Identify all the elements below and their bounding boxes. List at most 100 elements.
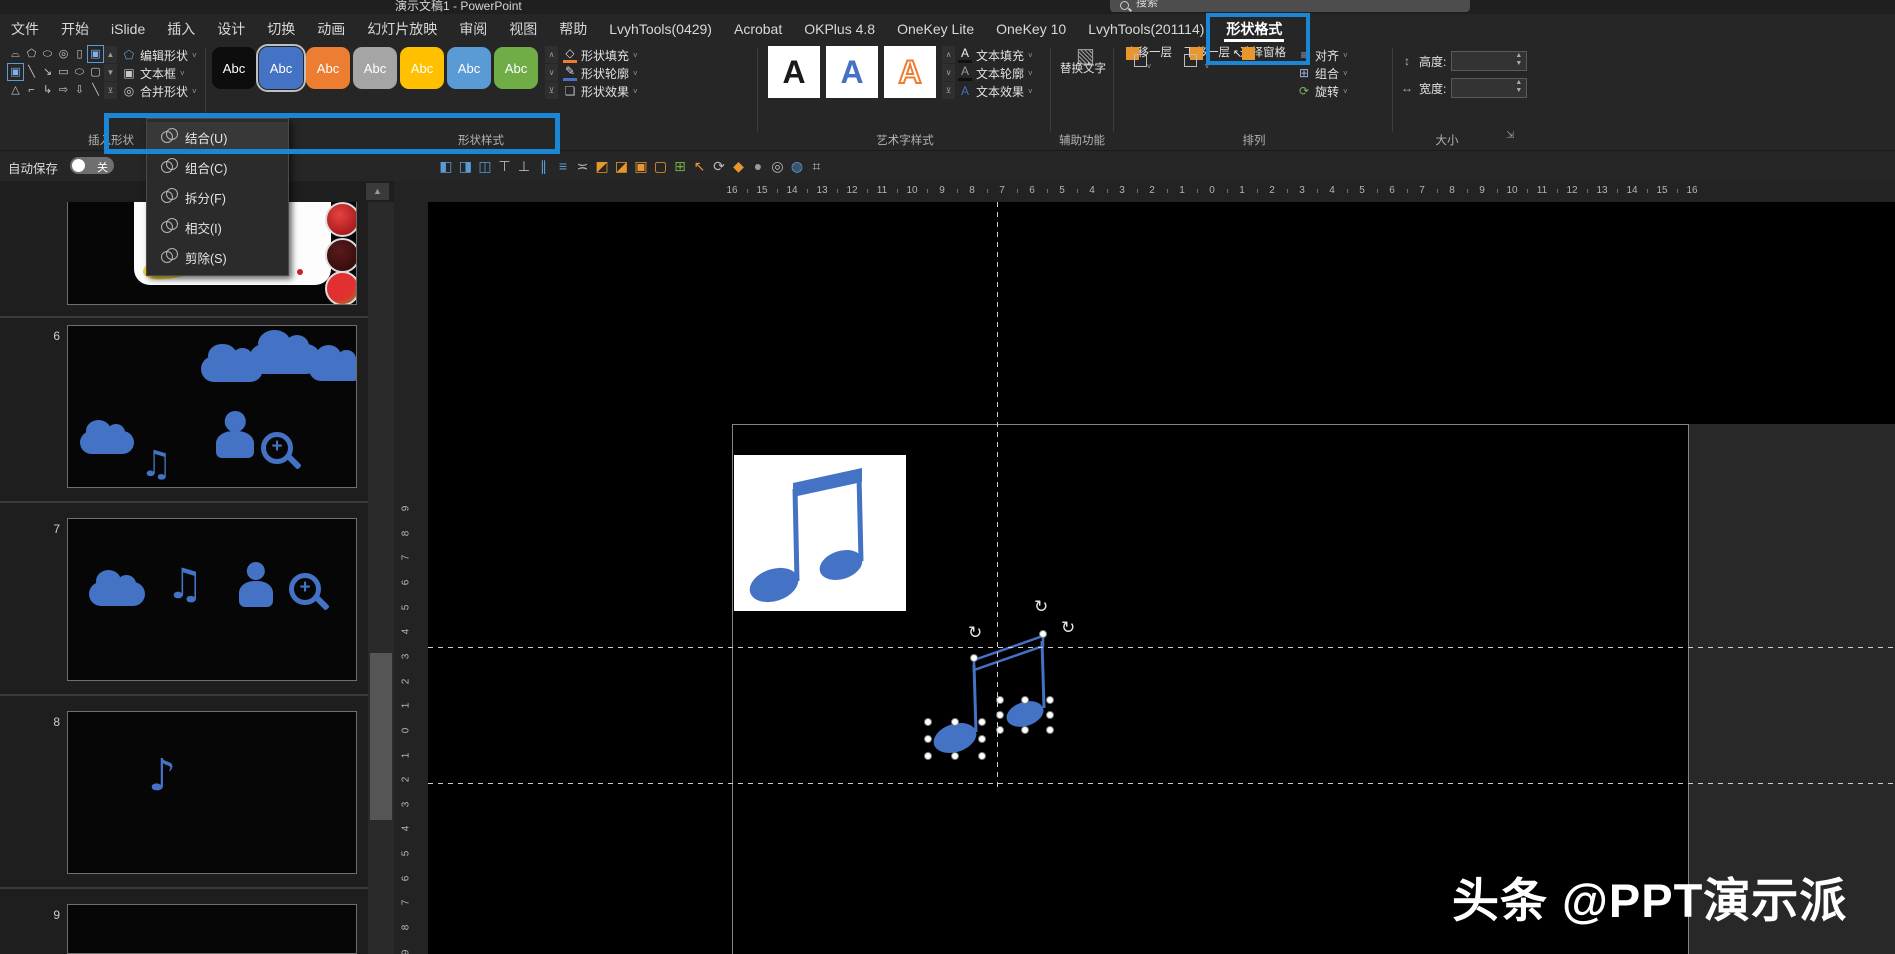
shape-gallery-item[interactable]: ◎ [56, 46, 71, 62]
select-objects-icon[interactable]: ↖ [691, 156, 709, 176]
shape-gallery-item[interactable]: ▢ [88, 64, 103, 80]
shape-gallery-item[interactable]: ⬭ [40, 46, 55, 62]
send-to-back-icon[interactable]: ◪ [613, 156, 631, 176]
slide-thumbnail-9[interactable] [67, 904, 357, 954]
size-dialog-launcher-icon[interactable]: ⇲ [1506, 130, 1514, 141]
horizontal-guide[interactable] [428, 647, 1895, 648]
width-spinner[interactable]: ▲▼ [1512, 79, 1525, 95]
gradient-fill-icon[interactable]: ◆ [730, 156, 748, 176]
height-spinner[interactable]: ▲▼ [1512, 52, 1525, 68]
shape-style-chip[interactable]: Abc [353, 47, 397, 89]
tab-3[interactable]: iSlide [100, 14, 156, 44]
tab-17[interactable]: LvyhTools(201114) [1077, 14, 1215, 44]
shape-style-chip[interactable]: Abc [400, 47, 444, 89]
tab-5[interactable]: 设计 [206, 14, 256, 44]
shape-gallery-item[interactable]: ↳ [40, 82, 55, 98]
tab-8[interactable]: 幻灯片放映 [356, 14, 448, 44]
slide-thumbnail-7[interactable]: ♫ [67, 518, 357, 681]
shape-outline-button[interactable]: ✎形状轮廓˅ [563, 65, 638, 81]
menu-item-相交I[interactable]: 相交(I) [147, 212, 288, 242]
align-middle-icon[interactable]: ≍ [574, 156, 592, 176]
tab-2[interactable]: 开始 [50, 14, 100, 44]
bring-to-front-icon[interactable]: ◩ [593, 156, 611, 176]
tab-11[interactable]: 帮助 [548, 14, 598, 44]
merge-shapes-qat-icon[interactable]: ◎ [769, 156, 787, 176]
shape-style-chip[interactable]: Abc [306, 47, 350, 89]
tab-9[interactable]: 审阅 [448, 14, 498, 44]
tab-18[interactable]: 形状格式 [1215, 14, 1293, 44]
wordart-down-icon[interactable]: ∨ [942, 64, 955, 81]
group-button[interactable]: ⊞组合˅ [1297, 65, 1348, 81]
send-backward-icon[interactable]: ▢ [652, 156, 670, 176]
wordart-style-chip[interactable]: A [826, 46, 878, 98]
thumbnail-scrollbar-thumb[interactable] [370, 653, 392, 820]
wordart-style-chip[interactable]: A [884, 46, 936, 98]
distribute-horizontal-icon[interactable]: ∥ [535, 156, 553, 176]
shape-gallery-more-icon[interactable]: ⊻ [104, 82, 117, 99]
shape-gallery-item[interactable]: ╲ [24, 64, 39, 80]
slide-thumbnail-6[interactable]: ♫ [67, 325, 357, 488]
text-effects-button[interactable]: A文本效果˅ [958, 83, 1033, 99]
shape-gallery-item[interactable]: ⇩ [72, 82, 87, 98]
rotate-objects-icon[interactable]: ⟳ [710, 156, 728, 176]
rotation-handle-icon[interactable]: ↻ ↻ ↻ [968, 597, 1075, 643]
shape-style-chip[interactable]: Abc [259, 47, 303, 89]
shape-style-chip[interactable]: Abc [212, 47, 256, 89]
merge-shapes-button[interactable]: ◎合并形状˅ [122, 83, 197, 99]
fill-color-icon[interactable]: ● [749, 156, 767, 176]
bring-forward-button[interactable]: 上移一层 ˅ [1122, 47, 1176, 73]
tab-12[interactable]: LvyhTools(0429) [598, 14, 723, 44]
shape-styles-more-icon[interactable]: ⊻ [545, 82, 558, 99]
text-outline-button[interactable]: A文本轮廓˅ [958, 65, 1033, 81]
thumbnail-scrollbar[interactable] [368, 202, 394, 954]
crop-icon[interactable]: ⌗ [808, 156, 826, 176]
tab-14[interactable]: OKPlus 4.8 [793, 14, 886, 44]
shape-style-chip[interactable]: Abc [494, 47, 538, 89]
tab-6[interactable]: 切换 [256, 14, 306, 44]
shape-gallery-item[interactable]: ▣ [8, 64, 23, 80]
shape-gallery-up-icon[interactable]: ▲ [104, 46, 117, 63]
music-note-picture[interactable] [734, 455, 906, 611]
shape-gallery-item[interactable]: ▯ [72, 46, 87, 62]
shape-gallery-item[interactable]: ⌐ [24, 82, 39, 98]
shape-gallery-item[interactable]: ╲ [88, 82, 103, 98]
shape-gallery-item[interactable]: ⌓ [8, 46, 23, 62]
distribute-vertical-icon[interactable]: ≡ [554, 156, 572, 176]
shape-gallery-item[interactable]: ⬠ [24, 46, 39, 62]
replace-text-button[interactable]: ▧ 替换文字 [1056, 50, 1110, 76]
shape-gallery-item[interactable]: △ [8, 82, 23, 98]
shape-fill-button[interactable]: ◇形状填充˅ [563, 47, 638, 63]
thumbnail-scroll-up-icon[interactable]: ▲ [366, 183, 389, 200]
tab-13[interactable]: Acrobat [723, 14, 793, 44]
wordart-style-chip[interactable]: A [768, 46, 820, 98]
slide-canvas[interactable]: ↻ ↻ ↻ [428, 202, 1895, 954]
autosave-toggle[interactable]: 关 [70, 157, 114, 174]
group-objects-icon[interactable]: ⊞ [671, 156, 689, 176]
shape-gallery[interactable]: ⌓⬠⬭◎▯▣▣╲↘▭⬭▢△⌐↳⇨⇩╲ [8, 46, 104, 98]
search-box[interactable]: 搜索 [1110, 0, 1470, 12]
shape-styles-down-icon[interactable]: ∨ [545, 64, 558, 81]
menu-item-拆分F[interactable]: 拆分(F) [147, 182, 288, 212]
combine-shapes-icon[interactable]: ◍ [788, 156, 806, 176]
selected-music-note-shape[interactable]: ↻ ↻ ↻ [900, 590, 1120, 780]
shape-gallery-item[interactable]: ▣ [88, 46, 103, 62]
shape-gallery-item[interactable]: ▭ [56, 64, 71, 80]
edit-shape-button[interactable]: ⬠编辑形状˅ [122, 47, 197, 63]
width-field[interactable]: ▲▼ [1451, 78, 1527, 98]
tab-10[interactable]: 视图 [498, 14, 548, 44]
shape-gallery-item[interactable]: ⇨ [56, 82, 71, 98]
tab-1[interactable]: 文件 [0, 14, 50, 44]
shape-effects-button[interactable]: ❏形状效果˅ [563, 83, 638, 99]
rotate-button[interactable]: ⟳旋转˅ [1297, 83, 1348, 99]
shape-gallery-down-icon[interactable]: ▼ [104, 64, 117, 81]
align-center-icon[interactable]: ◫ [476, 156, 494, 176]
text-box-button[interactable]: ▣文本框˅ [122, 65, 185, 81]
slide-thumbnail-8[interactable]: ♪ [67, 711, 357, 874]
tab-4[interactable]: 插入 [156, 14, 206, 44]
shape-style-chip[interactable]: Abc [447, 47, 491, 89]
vertical-guide[interactable] [997, 202, 998, 792]
tab-7[interactable]: 动画 [306, 14, 356, 44]
align-left-icon[interactable]: ◧ [437, 156, 455, 176]
bring-forward-icon[interactable]: ▣ [632, 156, 650, 176]
shape-styles-up-icon[interactable]: ∧ [545, 46, 558, 63]
